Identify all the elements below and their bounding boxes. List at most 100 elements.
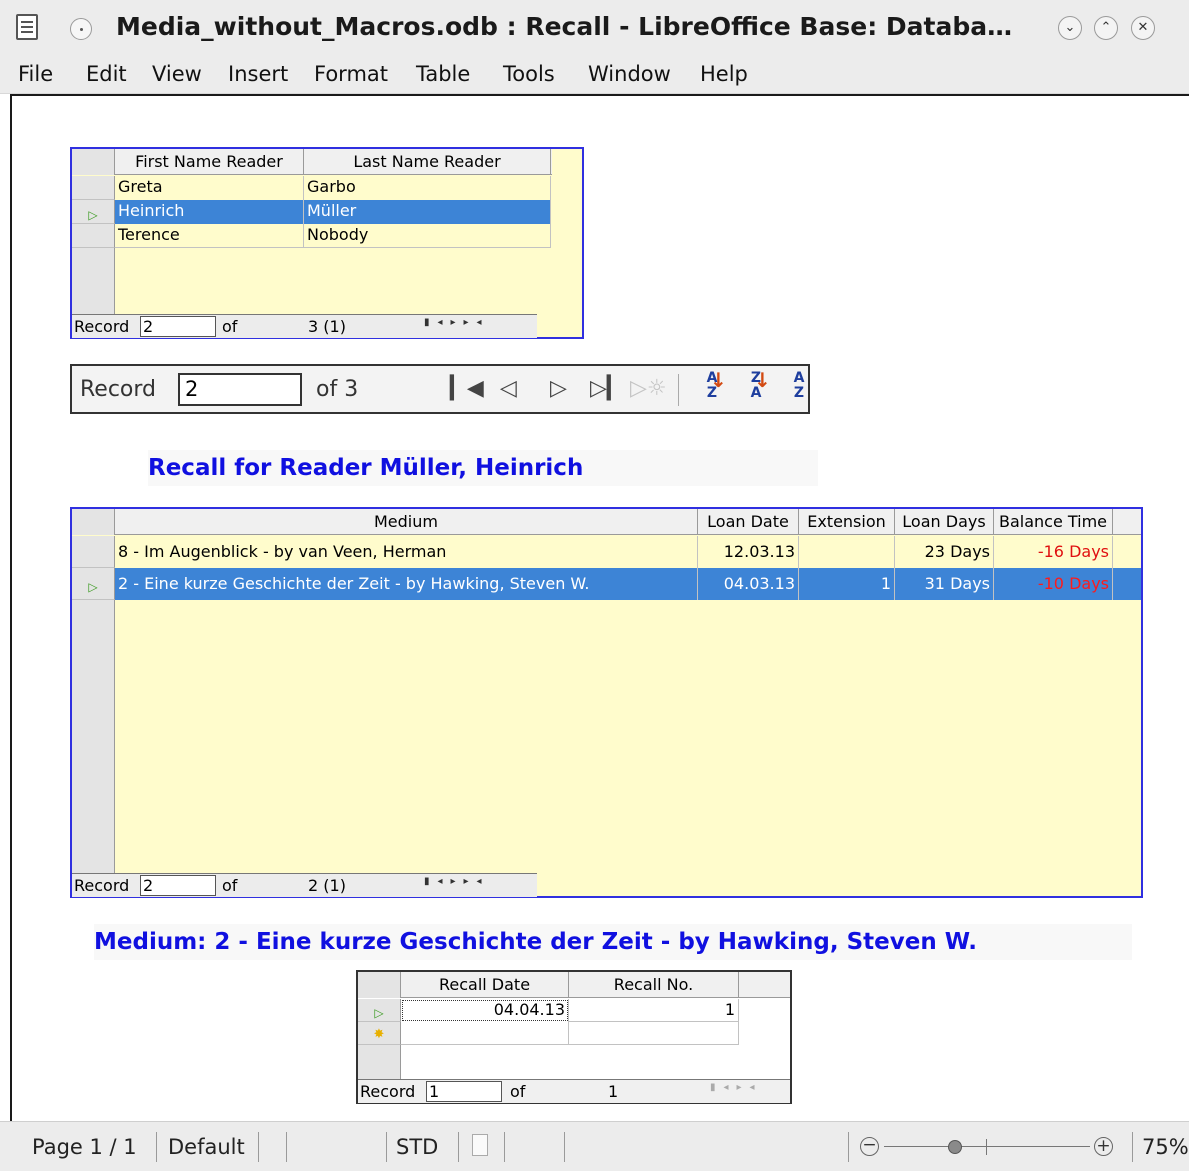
zoom-level[interactable]: 75% — [1142, 1135, 1189, 1159]
balance-time-cell[interactable]: -10 Days — [994, 568, 1113, 600]
mini-navigation-icons[interactable]: ▮◂▸▸◂ — [424, 876, 490, 887]
medium-cell[interactable]: 8 - Im Augenblick - by van Veen, Herman — [115, 536, 698, 568]
last-name-cell[interactable]: Nobody — [304, 224, 551, 248]
zoom-slider[interactable] — [884, 1146, 1090, 1147]
recall-no-cell-empty[interactable] — [569, 1022, 739, 1045]
first-name-cell[interactable]: Heinrich — [115, 200, 304, 224]
column-header-medium[interactable]: Medium — [115, 509, 698, 535]
record-label: Record — [74, 317, 130, 336]
recall-date-cell-empty[interactable] — [401, 1022, 569, 1045]
loan-date-cell[interactable]: 12.03.13 — [698, 536, 799, 568]
column-header-loan-days[interactable]: Loan Days — [895, 509, 994, 535]
reader-grid-header: First Name Reader Last Name Reader — [72, 149, 552, 175]
column-header-first-name[interactable]: First Name Reader — [115, 149, 304, 175]
record-number-input[interactable]: 1 — [426, 1081, 502, 1102]
balance-time-cell[interactable]: -16 Days — [994, 536, 1113, 568]
row-header-empty — [358, 1045, 401, 1079]
status-separator — [458, 1132, 459, 1162]
status-separator — [504, 1132, 505, 1162]
status-separator — [848, 1132, 849, 1162]
mini-navigation-icons[interactable]: ▮◂▸▸◂ — [424, 317, 490, 328]
loan-date-cell[interactable]: 04.03.13 — [698, 568, 799, 600]
menu-file[interactable]: File — [18, 62, 53, 86]
page-style[interactable]: Default — [168, 1135, 245, 1159]
last-record-icon[interactable]: ▷▎ — [590, 376, 624, 402]
record-count: 1 — [608, 1082, 619, 1101]
record-count: 2 (1) — [308, 876, 346, 895]
record-number-input[interactable]: 2 — [140, 875, 216, 896]
mini-navigation-icons[interactable]: ▮◂▸◂ — [710, 1082, 763, 1093]
menu-help[interactable]: Help — [700, 62, 748, 86]
record-number-input[interactable]: 2 — [178, 373, 302, 406]
zoom-slider-thumb[interactable] — [948, 1140, 962, 1154]
recall-date-cell[interactable]: 04.04.13 — [401, 999, 569, 1022]
row-header-corner — [358, 972, 401, 998]
column-header-recall-no[interactable]: Recall No. — [569, 972, 739, 998]
previous-record-icon[interactable]: ◁ — [500, 376, 517, 402]
last-name-cell[interactable]: Müller — [304, 200, 551, 224]
zoom-out-icon[interactable]: − — [860, 1137, 879, 1156]
medium-cell[interactable]: 2 - Eine kurze Geschichte der Zeit - by … — [115, 568, 698, 600]
next-record-icon[interactable]: ▷ — [550, 376, 567, 402]
table-row[interactable]: Terence Nobody — [72, 224, 582, 248]
extension-cell[interactable] — [799, 536, 895, 568]
loan-table-control[interactable]: Medium Loan Date Extension Loan Days Bal… — [70, 507, 1143, 898]
title-bar: Media_without_Macros.odb : Recall - Libr… — [0, 0, 1189, 56]
menu-format[interactable]: Format — [314, 62, 388, 86]
sort-descending-icon[interactable]: Z A ↓ — [740, 370, 772, 409]
column-header-extension[interactable]: Extension — [799, 509, 895, 535]
column-header-loan-date[interactable]: Loan Date — [698, 509, 799, 535]
table-row-selected[interactable]: ▷ Heinrich Müller — [72, 200, 582, 224]
first-record-icon[interactable]: ▎◀ — [450, 376, 484, 402]
loan-days-cell[interactable]: 31 Days — [895, 568, 994, 600]
window-title: Media_without_Macros.odb : Recall - Libr… — [116, 12, 1013, 41]
recall-table-control[interactable]: Recall Date Recall No. ▷ 04.04.13 1 ✸ Re… — [356, 970, 792, 1104]
table-row-selected[interactable]: ▷ 2 - Eine kurze Geschichte der Zeit - b… — [72, 568, 1141, 600]
column-header-last-name[interactable]: Last Name Reader — [304, 149, 551, 175]
recall-reader-heading: Recall for Reader Müller, Heinrich — [148, 450, 818, 486]
selection-mode[interactable]: STD — [396, 1135, 438, 1159]
status-bar: Page 1 / 1 Default STD − + 75% — [0, 1121, 1189, 1171]
recall-grid-header: Recall Date Recall No. — [358, 972, 790, 998]
loan-days-cell[interactable]: 23 Days — [895, 536, 994, 568]
row-header[interactable] — [72, 224, 115, 248]
maximize-button[interactable]: ⌃ — [1094, 16, 1118, 40]
form-navigation-bar: Record 2 of 3 ▎◀ ◁ ▷ ▷▎ ▷☼ A Z ↓ Z A ↓ AZ — [70, 364, 810, 414]
zoom-in-icon[interactable]: + — [1094, 1137, 1113, 1156]
table-row[interactable]: 8 - Im Augenblick - by van Veen, Herman … — [72, 536, 1141, 568]
window-menu-button[interactable] — [70, 18, 92, 40]
menu-window[interactable]: Window — [588, 62, 671, 86]
menu-view[interactable]: View — [152, 62, 202, 86]
status-separator — [286, 1132, 287, 1162]
table-row[interactable]: ▷ 04.04.13 1 — [358, 999, 790, 1022]
new-record-icon[interactable]: ▷☼ — [630, 376, 667, 402]
status-separator — [386, 1132, 387, 1162]
menu-insert[interactable]: Insert — [228, 62, 288, 86]
row-header[interactable] — [72, 536, 115, 568]
column-header-recall-date[interactable]: Recall Date — [401, 972, 569, 998]
row-filler — [1113, 568, 1141, 600]
new-row[interactable]: ✸ — [358, 1022, 790, 1045]
menu-table[interactable]: Table — [416, 62, 470, 86]
minimize-button[interactable]: ⌄ — [1058, 16, 1082, 40]
first-name-cell[interactable]: Greta — [115, 176, 304, 200]
status-separator — [156, 1132, 157, 1162]
row-header[interactable] — [72, 176, 115, 200]
status-separator — [1132, 1132, 1133, 1162]
menu-tools[interactable]: Tools — [503, 62, 555, 86]
extension-cell[interactable]: 1 — [799, 568, 895, 600]
row-header-corner — [72, 509, 115, 535]
column-header-balance-time[interactable]: Balance Time — [994, 509, 1113, 535]
last-name-cell[interactable]: Garbo — [304, 176, 551, 200]
record-number-input[interactable]: 2 — [140, 316, 216, 337]
sort-ascending-icon[interactable]: A Z ↓ — [696, 370, 728, 409]
close-button[interactable]: ✕ — [1131, 16, 1155, 40]
reader-table-control[interactable]: First Name Reader Last Name Reader Greta… — [70, 147, 584, 339]
recall-no-cell[interactable]: 1 — [569, 999, 739, 1022]
sort-icon[interactable]: AZ — [792, 371, 806, 409]
first-name-cell[interactable]: Terence — [115, 224, 304, 248]
table-row[interactable]: Greta Garbo — [72, 176, 582, 200]
menu-bar: File Edit View Insert Format Table Tools… — [0, 56, 1189, 94]
menu-edit[interactable]: Edit — [86, 62, 127, 86]
of-label: of — [222, 317, 238, 336]
